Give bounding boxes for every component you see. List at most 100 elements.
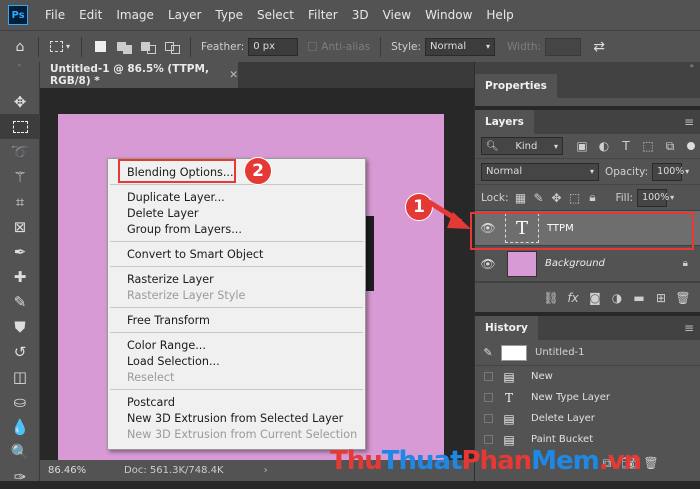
history-snapshot-row[interactable]: ✎ Untitled-1	[475, 340, 700, 366]
layer-name[interactable]: Background	[545, 258, 605, 269]
close-icon[interactable]: ✕	[229, 69, 238, 81]
add-mask-icon[interactable]: ◙	[584, 291, 606, 305]
delete-state-icon[interactable]: 🗑︎	[640, 456, 662, 471]
type-icon: T	[504, 390, 513, 405]
context-menu-item[interactable]: Delete Layer	[108, 205, 365, 221]
shape-filter-icon[interactable]: ⬚	[637, 139, 659, 153]
context-menu-item[interactable]: Duplicate Layer...	[108, 189, 365, 205]
frame-tool-icon[interactable]: ⊠	[0, 214, 40, 239]
marquee-tool-preset-icon[interactable]: ▾	[45, 35, 75, 59]
fill-input[interactable]: 100%	[637, 188, 669, 207]
dodge-tool-icon[interactable]: 🔍	[0, 439, 40, 464]
kind-filter-select[interactable]: 🔍︎ Kind ▾	[481, 137, 563, 155]
antialias-checkbox[interactable]	[308, 42, 318, 51]
new-selection-icon[interactable]	[88, 35, 112, 59]
paint-bucket-tool-icon[interactable]: ⛀	[0, 389, 40, 414]
context-menu-item[interactable]: Load Selection...	[108, 353, 365, 369]
history-item[interactable]: ▤ New	[475, 366, 700, 387]
layer-style-fx-icon[interactable]: fx	[562, 291, 584, 305]
swap-dimensions-icon[interactable]: ⇄	[587, 35, 611, 59]
zoom-level[interactable]: 86.46%	[48, 465, 104, 476]
crop-tool-icon[interactable]: ⌗	[0, 189, 40, 214]
context-menu-item[interactable]: Free Transform	[108, 312, 365, 328]
context-menu-item[interactable]: Postcard	[108, 394, 365, 410]
tab-properties[interactable]: Properties	[475, 74, 557, 98]
context-menu-item[interactable]: Convert to Smart Object	[108, 246, 365, 262]
smart-object-filter-icon[interactable]: ⧉	[659, 139, 681, 154]
context-menu-item[interactable]: Color Range...	[108, 337, 365, 353]
link-layers-icon[interactable]: ⛓	[540, 291, 562, 305]
menu-image[interactable]: Image	[109, 0, 161, 30]
history-brush-tool-icon[interactable]: ↺	[0, 339, 40, 364]
history-brush-checkbox[interactable]	[484, 393, 493, 402]
clone-stamp-tool-icon[interactable]: ⛊	[0, 314, 40, 339]
new-group-icon[interactable]: ▬	[628, 291, 650, 305]
type-filter-icon[interactable]: T	[615, 139, 637, 153]
home-icon[interactable]: ⌂	[8, 35, 32, 59]
panel-menu-icon[interactable]: ≡	[684, 321, 694, 335]
collapse-arrows-icon[interactable]: »	[0, 62, 39, 69]
history-brush-source-icon[interactable]: ✎	[475, 346, 501, 359]
style-select[interactable]: Normal ▾	[425, 37, 496, 56]
status-menu-arrow-icon[interactable]: ›	[264, 465, 268, 476]
chevron-down-icon[interactable]: ▾	[685, 167, 689, 176]
tab-layers[interactable]: Layers	[475, 110, 534, 134]
magic-wand-tool-icon[interactable]: ⚚	[0, 164, 40, 189]
blur-tool-icon[interactable]: 💧	[0, 414, 40, 439]
menu-help[interactable]: Help	[479, 0, 520, 30]
menu-window[interactable]: Window	[418, 0, 479, 30]
adjustment-layer-icon[interactable]: ◑	[606, 291, 628, 305]
lock-position-icon[interactable]: ✥	[547, 191, 565, 205]
eyedropper-tool-icon[interactable]: ✒	[0, 239, 40, 264]
intersect-selection-icon[interactable]	[160, 35, 184, 59]
history-brush-checkbox[interactable]	[484, 435, 493, 444]
menu-edit[interactable]: Edit	[72, 0, 109, 30]
collapse-arrows-icon[interactable]: »	[690, 62, 694, 70]
eraser-tool-icon[interactable]: ◫	[0, 364, 40, 389]
context-menu-item[interactable]: Rasterize Layer	[108, 271, 365, 287]
visibility-eye-icon[interactable]: 👁︎	[475, 257, 501, 271]
menu-view[interactable]: View	[376, 0, 418, 30]
brush-tool-icon[interactable]: ✎	[0, 289, 40, 314]
menu-filter[interactable]: Filter	[301, 0, 345, 30]
subtract-from-selection-icon[interactable]	[136, 35, 160, 59]
new-layer-icon[interactable]: ⊞	[650, 291, 672, 305]
kind-label: Kind	[515, 140, 538, 152]
rectangular-marquee-tool-icon[interactable]	[0, 114, 40, 139]
pen-tool-icon[interactable]: ✑	[0, 464, 40, 489]
feather-input[interactable]: 0 px	[248, 37, 299, 56]
lock-transparent-icon[interactable]: ▦	[511, 191, 529, 205]
lock-all-icon[interactable]: 🔒︎	[583, 190, 601, 205]
lasso-tool-icon[interactable]: ➰	[0, 139, 40, 164]
opacity-input[interactable]: 100%	[652, 162, 684, 181]
menu-3d[interactable]: 3D	[345, 0, 376, 30]
pixel-filter-icon[interactable]: ▣	[571, 139, 593, 153]
lock-image-icon[interactable]: ✎	[529, 191, 547, 205]
filter-toggle-icon[interactable]	[687, 142, 695, 150]
context-menu-item[interactable]: New 3D Extrusion from Selected Layer	[108, 410, 365, 426]
add-to-selection-icon[interactable]	[112, 35, 136, 59]
lock-artboard-icon[interactable]: ⬚	[565, 191, 583, 205]
menu-select[interactable]: Select	[250, 0, 301, 30]
move-tool-icon[interactable]: ✥	[0, 89, 40, 114]
menu-file[interactable]: File	[38, 0, 72, 30]
history-brush-checkbox[interactable]	[484, 372, 493, 381]
chevron-down-icon[interactable]: ▾	[670, 193, 674, 202]
context-menu-item[interactable]: Group from Layers...	[108, 221, 365, 237]
tab-history[interactable]: History	[475, 316, 538, 340]
history-brush-checkbox[interactable]	[484, 414, 493, 423]
width-input[interactable]	[545, 37, 582, 56]
context-menu-items: Blending Options... Duplicate Layer... Del…	[108, 159, 365, 442]
blend-mode-select[interactable]: Normal ▾	[481, 162, 599, 181]
menu-layer[interactable]: Layer	[161, 0, 208, 30]
panel-menu-icon[interactable]: ≡	[684, 115, 694, 129]
healing-brush-tool-icon[interactable]: ✚	[0, 264, 40, 289]
watermark-part: Thu	[330, 446, 383, 476]
layer-row-background[interactable]: 👁︎ Background 🔒︎	[475, 246, 700, 282]
adjustment-filter-icon[interactable]: ◐	[593, 139, 615, 153]
history-item[interactable]: T New Type Layer	[475, 387, 700, 408]
menu-type[interactable]: Type	[208, 0, 250, 30]
delete-layer-icon[interactable]: 🗑︎	[672, 291, 694, 305]
history-item[interactable]: ▤ Delete Layer	[475, 408, 700, 429]
document-tab[interactable]: Untitled-1 @ 86.5% (TTPM, RGB/8) * ✕	[40, 62, 238, 88]
